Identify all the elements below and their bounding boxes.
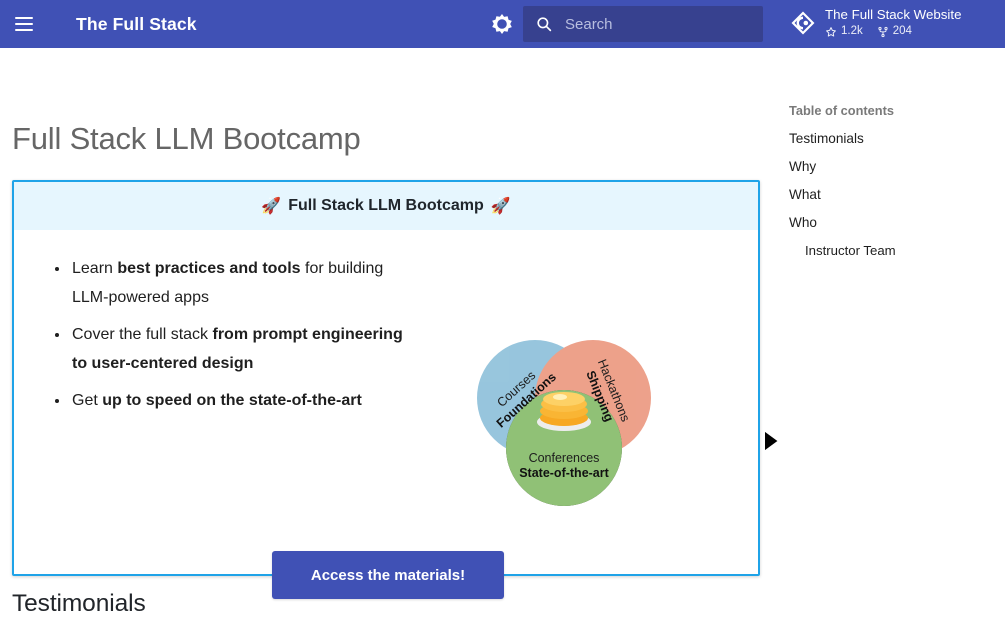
star-icon [825,26,837,38]
bullet-bold: up to speed on the state-of-the-art [102,392,362,409]
toc-item-why[interactable]: Why [789,159,994,174]
fork-count: 204 [893,25,912,38]
page-content: Full Stack LLM Bootcamp 🚀 Full Stack LLM… [0,48,1005,608]
toc-title: Table of contents [789,103,994,118]
feature-bullet-list: Learn best practices and tools for build… [46,254,416,424]
bullet-pre: Learn [72,260,117,277]
rocket-icon-left: 🚀 [261,196,281,216]
hamburger-bar [15,23,33,25]
fork-icon [877,26,889,38]
venn-diagram: Courses Foundations Hackathons Shipping … [474,330,654,510]
search-icon [535,15,553,33]
list-item: Learn best practices and tools for build… [70,254,416,312]
callout-title-text: Full Stack LLM Bootcamp [288,197,484,215]
list-item: Cover the full stack from prompt enginee… [70,320,416,378]
search-box[interactable] [523,6,763,42]
hamburger-menu-icon[interactable] [12,12,36,36]
page-title: Full Stack LLM Bootcamp [12,121,361,157]
bootcamp-callout: 🚀 Full Stack LLM Bootcamp 🚀 Learn best p… [12,180,760,576]
repo-stats: 1.2k 204 [825,25,961,38]
repo-link[interactable]: The Full Stack Website 1.2k 204 [790,7,961,39]
section-heading-testimonials: Testimonials [12,590,146,618]
table-of-contents: Table of contents Testimonials Why What … [789,103,994,271]
bullet-bold: best practices and tools [117,260,300,277]
hamburger-bar [15,17,33,19]
callout-title: 🚀 Full Stack LLM Bootcamp 🚀 [14,182,758,230]
venn-diagram-svg: Courses Foundations Hackathons Shipping … [474,330,654,510]
search-input[interactable] [565,12,745,36]
toc-item-who[interactable]: Who [789,215,994,230]
venn-label-conferences: Conferences State-of-the-art [519,451,609,480]
callout-body: Learn best practices and tools for build… [14,230,758,574]
access-materials-button[interactable]: Access the materials! [272,551,504,599]
pancakes-emoji [537,392,591,431]
app-header: The Full Stack The Full Stack Website [0,0,1005,48]
bullet-pre: Cover the full stack [72,326,213,343]
venn-label-conferences-bottom: State-of-the-art [519,466,609,480]
toc-item-instructor-team[interactable]: Instructor Team [789,243,994,258]
venn-label-conferences-top: Conferences [529,451,600,465]
hamburger-bar [15,29,33,31]
mouse-pointer-right-icon [760,428,782,454]
site-title[interactable]: The Full Stack [76,14,197,35]
repo-text: The Full Stack Website 1.2k 204 [825,7,961,39]
rocket-icon-right: 🚀 [491,196,511,216]
brightness-sun-icon[interactable] [490,12,514,36]
repo-name: The Full Stack Website [825,7,961,22]
toc-item-testimonials[interactable]: Testimonials [789,131,994,146]
git-logo-icon [790,10,816,36]
star-count: 1.2k [841,25,863,38]
toc-item-what[interactable]: What [789,187,994,202]
bullet-pre: Get [72,392,102,409]
list-item: Get up to speed on the state-of-the-art [70,386,416,415]
